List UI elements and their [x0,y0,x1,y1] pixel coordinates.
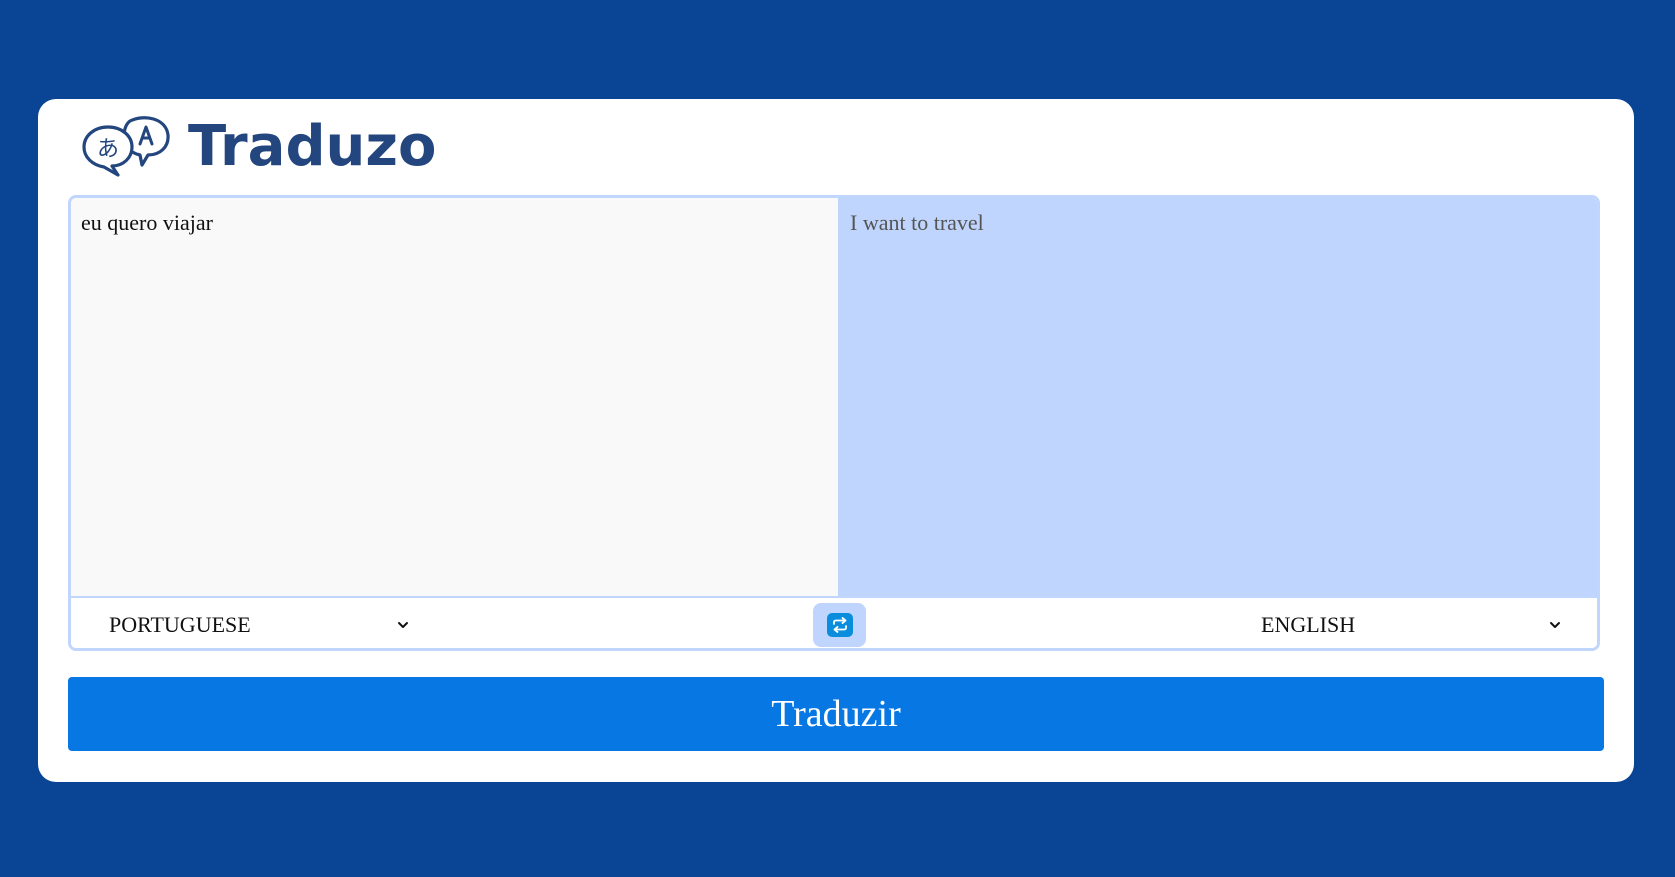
app-logo: あ Traduzo [82,115,436,179]
swap-arrows-icon [826,613,853,637]
svg-text:あ: あ [97,137,119,162]
translation-panel: eu quero viajar I want to travel PORTUGU… [68,195,1600,651]
source-language-label: PORTUGUESE [109,612,251,637]
swap-languages-button[interactable] [813,603,866,647]
target-language-select[interactable]: ENGLISH [1261,610,1561,640]
language-bar: PORTUGUESE ENGLISH [71,596,1597,648]
chevron-down-icon [1550,622,1560,628]
source-language-select[interactable]: PORTUGUESE [109,610,409,640]
translate-bubbles-icon: あ [82,116,170,177]
app-title: Traduzo [188,114,437,179]
translated-text-output: I want to travel [838,198,1597,596]
translator-card: あ Traduzo eu quero viajar I want to trav… [38,99,1634,782]
target-language-label: ENGLISH [1261,612,1356,637]
translate-button[interactable]: Traduzir [68,677,1604,751]
chevron-down-icon [398,622,408,628]
source-text-input[interactable]: eu quero viajar [71,198,838,596]
